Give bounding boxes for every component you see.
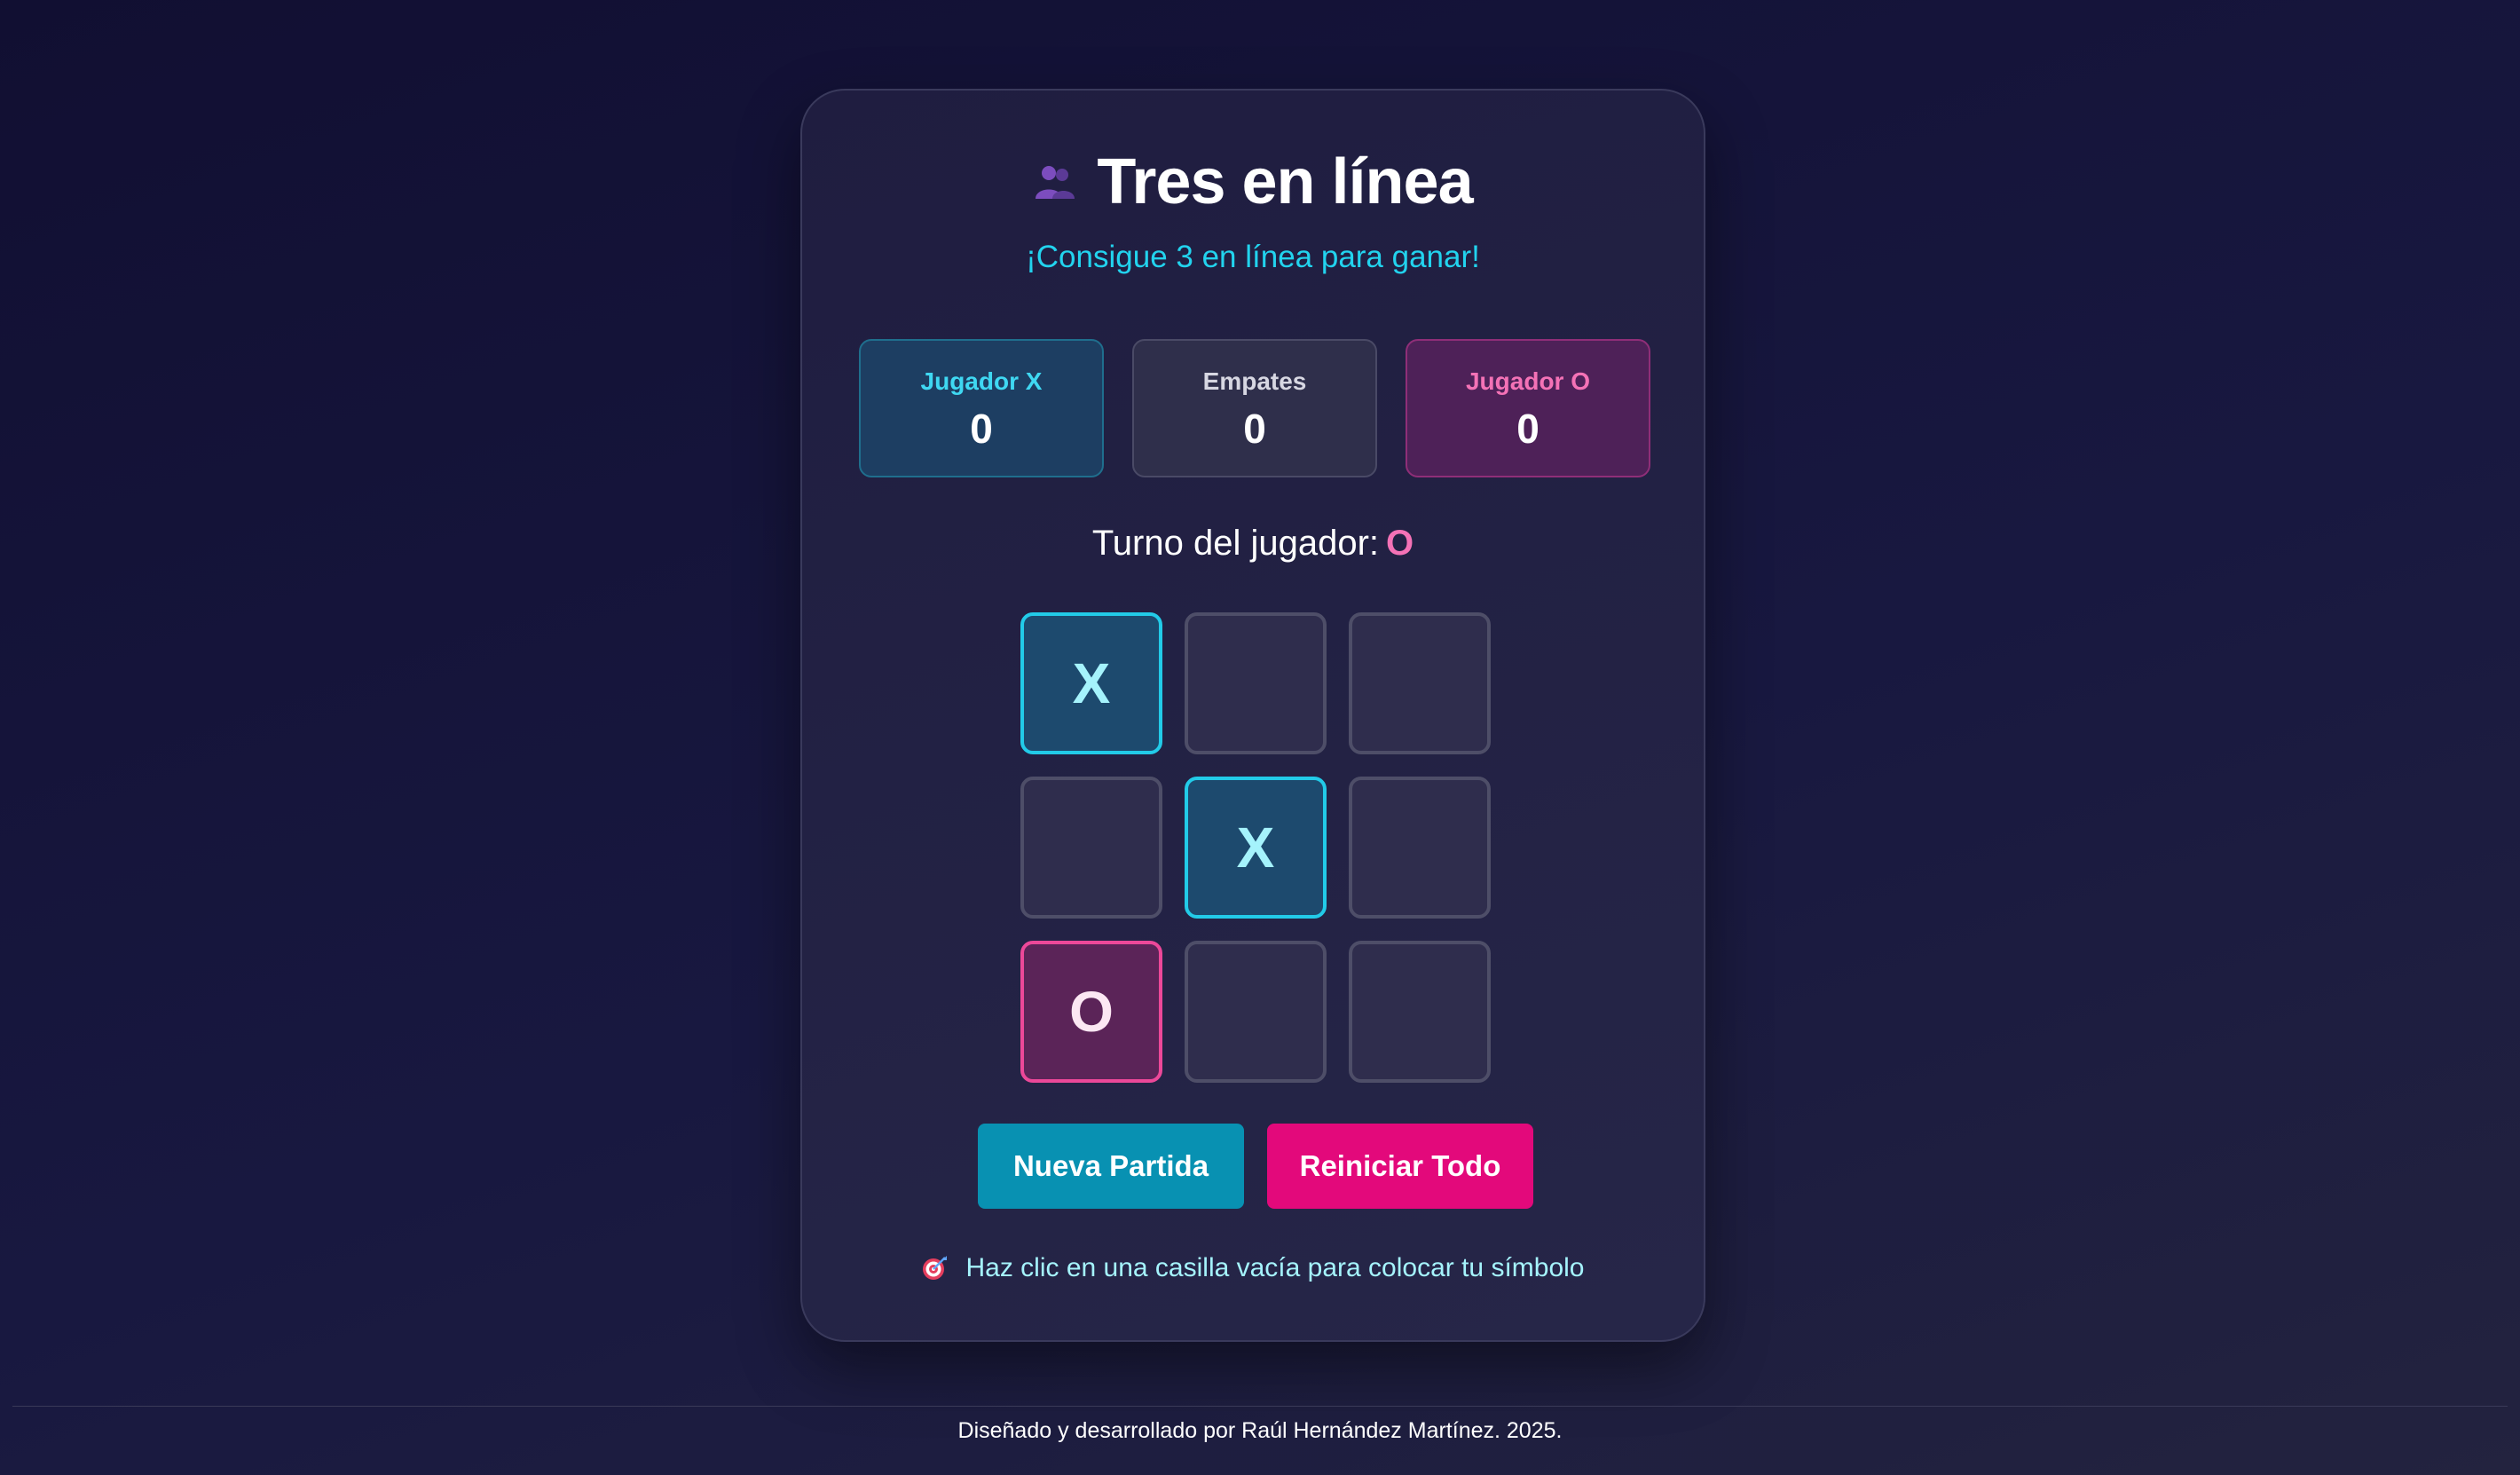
turn-indicator: Turno del jugador: O (802, 524, 1704, 564)
new-game-button[interactable]: Nueva Partida (978, 1124, 1244, 1209)
board-cell-1[interactable]: X (1020, 612, 1162, 754)
score-draws-label: Empates (1202, 367, 1307, 395)
subtitle: ¡Consigue 3 en línea para ganar! (1026, 240, 1480, 274)
reset-all-button[interactable]: Reiniciar Todo (1267, 1124, 1533, 1209)
people-icon (1033, 160, 1077, 204)
board-cell-2[interactable] (1185, 612, 1327, 754)
board-cell-7[interactable]: O (1020, 941, 1162, 1083)
board-cell-3[interactable] (1349, 612, 1491, 754)
score-player-x-value: 0 (970, 406, 993, 452)
turn-symbol: O (1386, 524, 1414, 563)
target-icon (921, 1255, 948, 1282)
board-cell-6[interactable] (1349, 777, 1491, 919)
page-title: Tres en línea (1097, 146, 1473, 217)
board-cell-9[interactable] (1349, 941, 1491, 1083)
game-board: X X O (1020, 612, 1491, 1083)
score-player-o-label: Jugador O (1465, 367, 1590, 395)
footer: Diseñado y desarrollado por Raúl Hernánd… (957, 1418, 1563, 1443)
score-player-o-value: 0 (1516, 406, 1540, 452)
score-draws: Empates 0 (1132, 339, 1377, 477)
title-row: Tres en línea (802, 146, 1704, 218)
board-cell-5[interactable]: X (1185, 777, 1327, 919)
hint: Haz clic en una casilla vacía para coloc… (802, 1253, 1704, 1283)
game-card: Tres en línea ¡Consigue 3 en línea para … (800, 89, 1705, 1342)
score-player-x: Jugador X 0 (859, 339, 1104, 477)
score-player-o: Jugador O 0 (1406, 339, 1650, 477)
score-player-x-label: Jugador X (920, 367, 1043, 395)
board-cell-4[interactable] (1020, 777, 1162, 919)
hint-text: Haz clic en una casilla vacía para coloc… (965, 1253, 1585, 1282)
turn-label: Turno del jugador: (1091, 524, 1380, 563)
board-cell-8[interactable] (1185, 941, 1327, 1083)
score-draws-value: 0 (1243, 406, 1266, 452)
footer-divider (12, 1406, 2508, 1407)
